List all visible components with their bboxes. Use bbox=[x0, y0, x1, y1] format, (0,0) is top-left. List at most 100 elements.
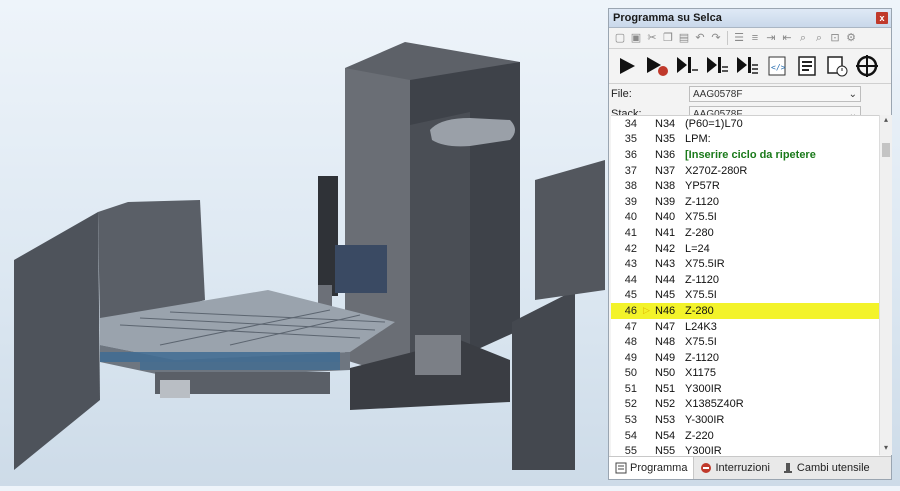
line-number: 40 bbox=[624, 211, 637, 224]
program-line[interactable]: 54 N54 Z-220 bbox=[611, 428, 879, 444]
block-code: X75.5IR bbox=[685, 258, 725, 271]
play-reset-icon bbox=[647, 57, 668, 76]
undo-icon[interactable]: ↶ bbox=[693, 31, 707, 45]
tab-interruzioni[interactable]: Interruzioni bbox=[694, 457, 775, 479]
file-select[interactable]: AAG0578F ⌄ bbox=[689, 86, 861, 102]
target-button[interactable] bbox=[855, 53, 879, 79]
line-number: 47 bbox=[624, 320, 637, 333]
program-line[interactable]: 45 N45 X75.5I bbox=[611, 288, 879, 304]
block-code: Z-280 bbox=[685, 304, 714, 317]
block-number: N40 bbox=[655, 211, 676, 224]
block-code: Z-280 bbox=[685, 226, 714, 239]
scroll-down-icon[interactable]: ▾ bbox=[880, 443, 892, 455]
panel-title-bar: Programma su Selca x bbox=[609, 9, 891, 28]
save-as-icon[interactable]: ▣ bbox=[629, 31, 643, 45]
find-next-icon[interactable]: ⌕ bbox=[812, 31, 826, 45]
scroll-up-icon[interactable]: ▴ bbox=[880, 115, 892, 127]
block-code: Z-1120 bbox=[685, 195, 720, 208]
block-code: (P60=1)L70 bbox=[685, 117, 743, 130]
block-number: N54 bbox=[655, 429, 676, 442]
program-line[interactable]: 47 N47 L24K3 bbox=[611, 319, 879, 335]
line-number: 44 bbox=[624, 273, 637, 286]
program-line[interactable]: 44 N44 Z-1120 bbox=[611, 272, 879, 288]
block-code: Y-300IR bbox=[685, 414, 725, 427]
block-code: L24K3 bbox=[685, 320, 717, 333]
code-document-icon: </> bbox=[768, 56, 786, 76]
scrollbar-thumb[interactable] bbox=[882, 143, 890, 157]
step-icon bbox=[677, 57, 698, 73]
code-view-button[interactable]: </> bbox=[765, 53, 789, 79]
block-number: N44 bbox=[655, 273, 676, 286]
block-number: N34 bbox=[655, 117, 676, 130]
tab-programma[interactable]: Programma bbox=[609, 457, 695, 479]
find-icon[interactable]: ⌕ bbox=[796, 31, 810, 45]
program-line[interactable]: 50 N50 X1175 bbox=[611, 366, 879, 382]
program-line[interactable]: 41 N41 Z-280 bbox=[611, 225, 879, 241]
program-line[interactable]: 35 N35 LPM: bbox=[611, 132, 879, 148]
block-number: N50 bbox=[655, 367, 676, 380]
close-button[interactable]: x bbox=[876, 12, 888, 24]
machine-model bbox=[14, 42, 605, 470]
line-number: 54 bbox=[624, 429, 637, 442]
list-icon[interactable]: ☰ bbox=[732, 31, 746, 45]
tab-label: Programma bbox=[630, 462, 688, 474]
block-code: X75.5I bbox=[685, 289, 717, 302]
program-listing[interactable]: 34 N34 (P60=1)L70 35 N35 LPM: 36 N36 [Inserire c… bbox=[611, 115, 879, 456]
goto-icon[interactable]: ⊡ bbox=[828, 31, 842, 45]
run-button[interactable] bbox=[615, 53, 639, 79]
program-line[interactable]: 39 N39 Z-1120 bbox=[611, 194, 879, 210]
outdent-icon[interactable]: ⇤ bbox=[780, 31, 794, 45]
redo-icon[interactable]: ↷ bbox=[709, 31, 723, 45]
program-line[interactable]: 51 N51 Y300IR bbox=[611, 381, 879, 397]
step-into-icon bbox=[707, 57, 728, 73]
block-code: LPM: bbox=[685, 133, 711, 146]
program-line[interactable]: 55 N55 Y300IR bbox=[611, 443, 879, 456]
copy-icon[interactable]: ❐ bbox=[661, 31, 675, 45]
block-code: Z-220 bbox=[685, 429, 714, 442]
current-program-line[interactable]: 46 ▷ N46 Z-280 bbox=[611, 303, 879, 319]
step-over-button[interactable] bbox=[735, 53, 759, 79]
indent-icon[interactable]: ⇥ bbox=[764, 31, 778, 45]
tab-cambi-utensile[interactable]: Cambi utensile bbox=[776, 457, 876, 479]
chevron-down-icon: ⌄ bbox=[848, 88, 857, 100]
program-line[interactable]: 34 N34 (P60=1)L70 bbox=[611, 116, 879, 132]
step-button[interactable] bbox=[675, 53, 699, 79]
block-code: Z-1120 bbox=[685, 351, 720, 364]
program-line[interactable]: 42 N42 L=24 bbox=[611, 241, 879, 257]
save-icon[interactable]: ▢ bbox=[613, 31, 627, 45]
program-line[interactable]: 49 N49 Z-1120 bbox=[611, 350, 879, 366]
block-number: N38 bbox=[655, 180, 676, 193]
block-number: N55 bbox=[655, 445, 676, 456]
block-number: N49 bbox=[655, 351, 676, 364]
line-number: 43 bbox=[624, 258, 637, 271]
program-line[interactable]: 48 N48 X75.5I bbox=[611, 334, 879, 350]
program-line[interactable]: 53 N53 Y-300IR bbox=[611, 412, 879, 428]
list-numbered-icon[interactable]: ≡ bbox=[748, 31, 762, 45]
paste-icon[interactable]: ▤ bbox=[677, 31, 691, 45]
panel-title: Programma su Selca bbox=[613, 12, 722, 24]
program-line[interactable]: 52 N52 X1385Z40R bbox=[611, 397, 879, 413]
report-button[interactable] bbox=[795, 53, 819, 79]
program-line[interactable]: 38 N38 YP57R bbox=[611, 178, 879, 194]
block-number: N46 bbox=[655, 304, 676, 317]
settings-icon[interactable]: ⚙ bbox=[844, 31, 858, 45]
program-line[interactable]: 40 N40 X75.5I bbox=[611, 210, 879, 226]
block-code: X75.5I bbox=[685, 211, 717, 224]
run-reset-button[interactable] bbox=[645, 53, 669, 79]
3d-machine-viewport[interactable] bbox=[0, 0, 606, 486]
timer-report-button[interactable] bbox=[825, 53, 849, 79]
vertical-scrollbar[interactable]: ▴ ▾ bbox=[879, 115, 892, 455]
cut-icon[interactable]: ✂ bbox=[645, 31, 659, 45]
block-number: N35 bbox=[655, 133, 676, 146]
line-number: 34 bbox=[624, 117, 637, 130]
table-support bbox=[160, 380, 190, 398]
program-line[interactable]: 37 N37 X270Z-280R bbox=[611, 163, 879, 179]
program-line[interactable]: 43 N43 X75.5IR bbox=[611, 256, 879, 272]
motor-block bbox=[335, 245, 387, 293]
line-number: 45 bbox=[624, 289, 637, 302]
block-code: X1385Z40R bbox=[685, 398, 744, 411]
step-into-button[interactable] bbox=[705, 53, 729, 79]
block-number: N37 bbox=[655, 164, 676, 177]
program-line[interactable]: 36 N36 [Inserire ciclo da ripetere bbox=[611, 147, 879, 163]
line-number: 35 bbox=[624, 133, 637, 146]
